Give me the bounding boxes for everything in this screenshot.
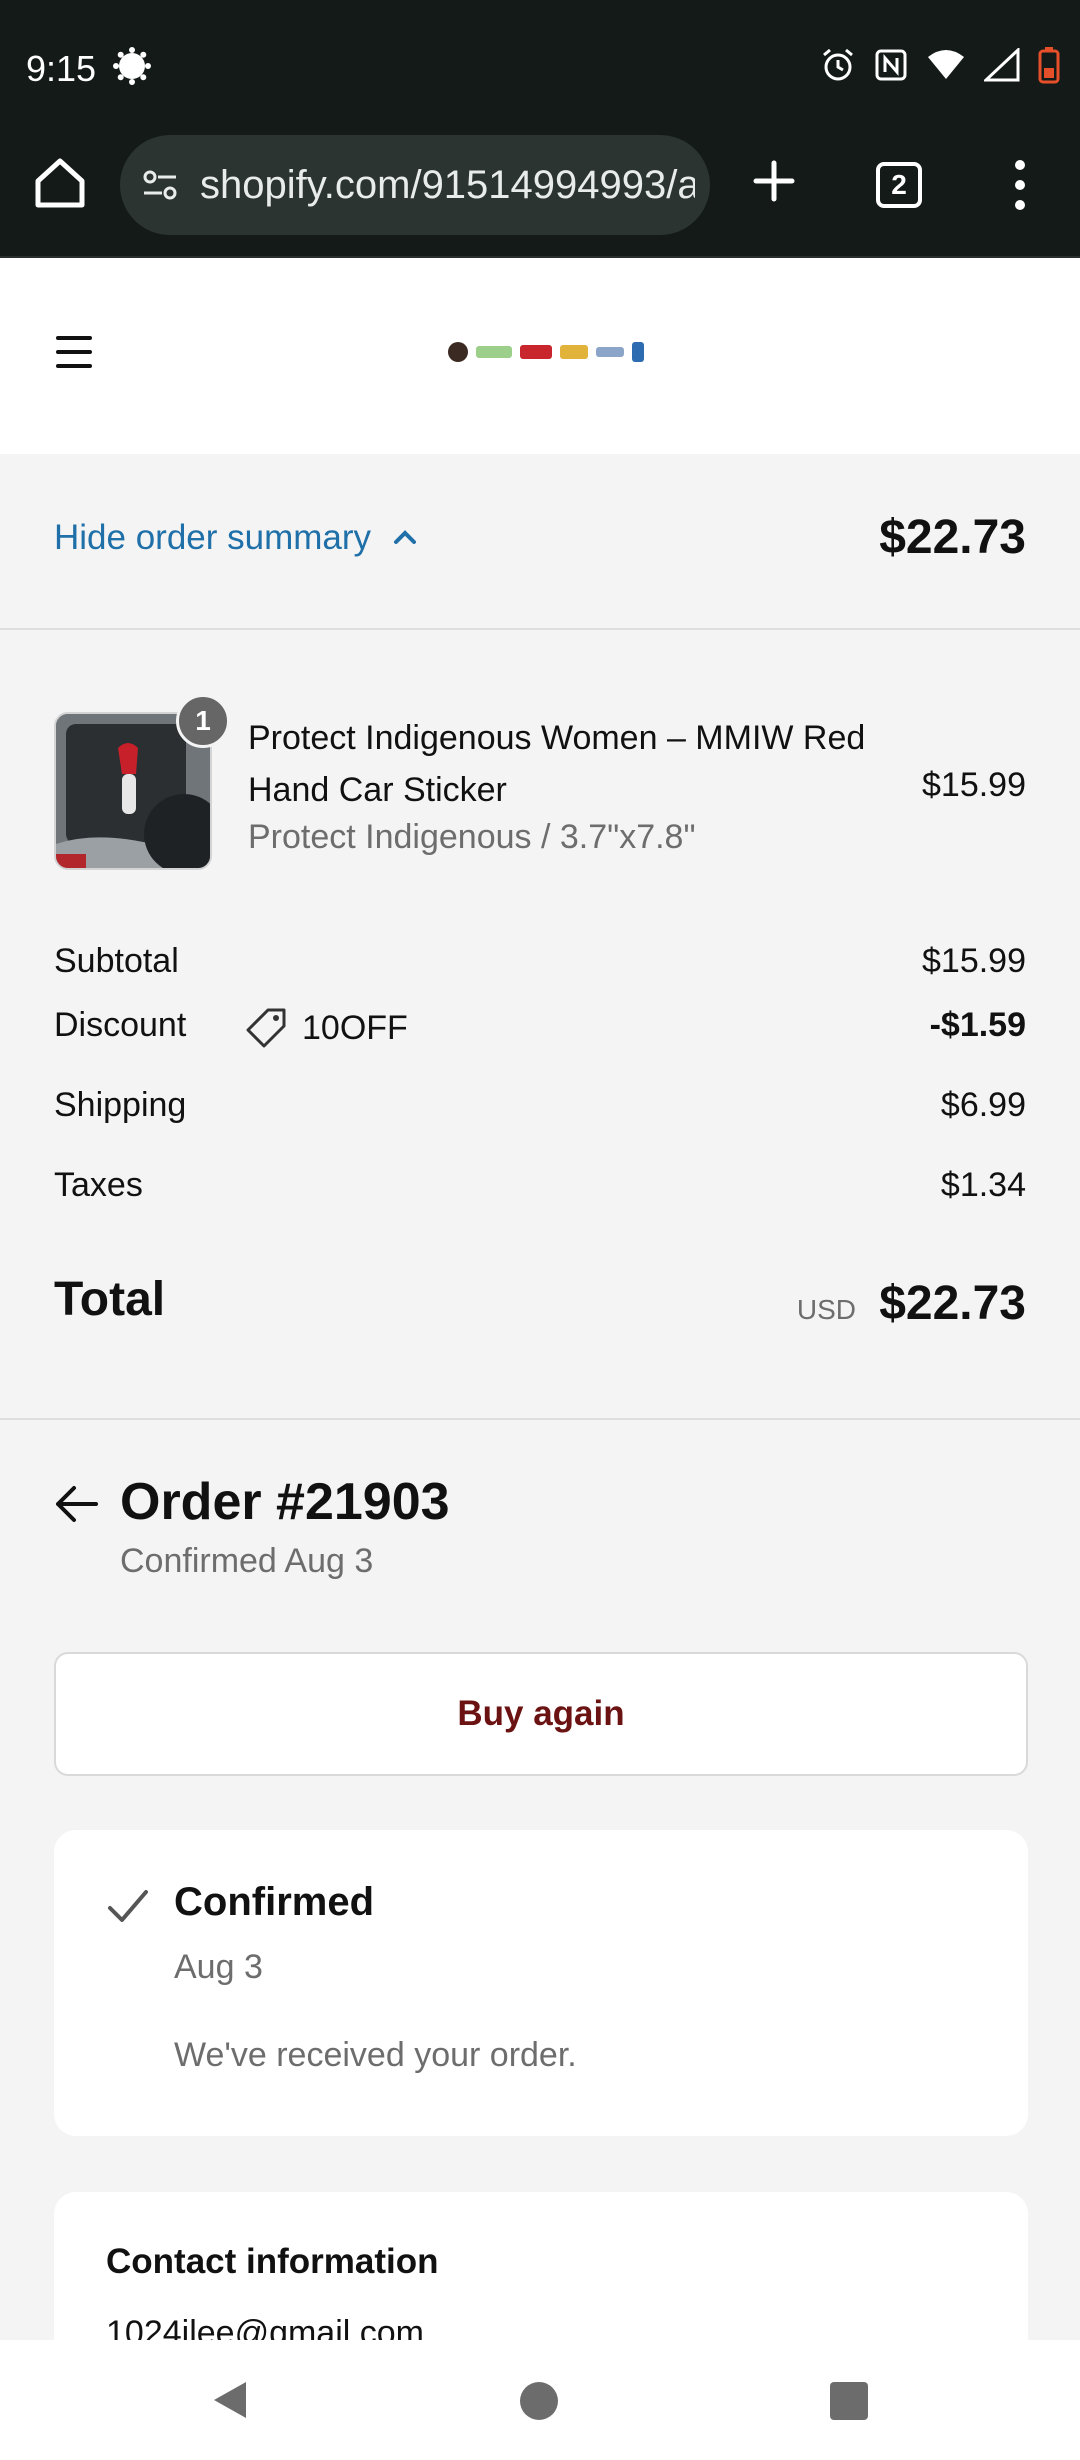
- tab-switcher-button[interactable]: 2: [876, 162, 922, 208]
- order-status-card: Confirmed Aug 3 We've received your orde…: [54, 1830, 1028, 2136]
- status-title: Confirmed: [174, 1880, 374, 1924]
- hide-order-summary-link[interactable]: Hide order summary: [54, 518, 371, 558]
- url-text: shopify.com/91514994993/a: [200, 163, 695, 207]
- status-date: Aug 3: [174, 1948, 263, 1986]
- signal-icon: [984, 48, 1020, 82]
- taxes-value: $1.34: [940, 1166, 1026, 1204]
- chevron-up-icon: [394, 530, 416, 544]
- quantity-badge: 1: [176, 694, 230, 748]
- back-arrow-icon[interactable]: [52, 1482, 100, 1526]
- order-summary: 1 Protect Indigenous Women – MMIW Red Ha…: [0, 632, 1080, 1420]
- total-label: Total: [54, 1273, 166, 1326]
- menu-icon[interactable]: [56, 336, 92, 368]
- battery-icon: [1038, 47, 1060, 84]
- buy-again-button[interactable]: Buy again: [54, 1652, 1028, 1776]
- order-subtitle: Confirmed Aug 3: [120, 1542, 374, 1580]
- product-variant: Protect Indigenous / 3.7"x7.8": [248, 818, 696, 856]
- address-bar[interactable]: shopify.com/91514994993/a: [120, 135, 710, 235]
- taxes-label: Taxes: [54, 1166, 143, 1204]
- order-title: Order #21903: [120, 1473, 450, 1531]
- alarm-icon: [823, 48, 853, 81]
- store-logo[interactable]: [448, 342, 644, 362]
- product-title: Protect Indigenous Women – MMIW Red Hand…: [248, 719, 866, 809]
- discount-label: Discount: [54, 1006, 187, 1044]
- status-bar: 9:15: [0, 0, 1080, 130]
- tag-icon: [246, 1008, 286, 1048]
- product-price: $15.99: [922, 766, 1026, 804]
- summary-total: $22.73: [879, 511, 1026, 564]
- discount-value: -$1.59: [929, 1006, 1026, 1044]
- nfc-icon: [875, 49, 907, 81]
- status-time: 9:15: [26, 48, 97, 89]
- check-icon: [108, 1890, 148, 1922]
- new-tab-icon[interactable]: [748, 155, 800, 207]
- nav-recents-icon[interactable]: [830, 2382, 868, 2420]
- subtotal-value: $15.99: [922, 942, 1026, 980]
- order-summary-toggle[interactable]: Hide order summary $22.73: [0, 454, 1080, 630]
- more-menu-icon[interactable]: [1010, 155, 1030, 215]
- status-message: We've received your order.: [174, 2036, 577, 2074]
- subtotal-label: Subtotal: [54, 942, 179, 980]
- browser-toolbar: shopify.com/91514994993/a 2: [0, 130, 1080, 258]
- total-currency: USD: [796, 1294, 856, 1325]
- site-settings-icon[interactable]: [140, 165, 180, 205]
- contact-title: Contact information: [106, 2242, 439, 2281]
- discount-code: 10OFF: [244, 1006, 408, 1050]
- nav-back-icon[interactable]: [210, 2378, 250, 2422]
- shipping-value: $6.99: [940, 1086, 1026, 1124]
- system-nav-bar: [0, 2340, 1080, 2460]
- shipping-label: Shipping: [54, 1086, 187, 1124]
- nav-home-icon[interactable]: [520, 2382, 558, 2420]
- wifi-icon: [928, 50, 964, 79]
- brightness-icon: [113, 47, 151, 85]
- total-value: $22.73: [879, 1277, 1026, 1330]
- total-row: Total USD $22.73: [54, 1272, 1026, 1342]
- discount-code-text: 10OFF: [302, 1008, 408, 1047]
- home-icon[interactable]: [32, 155, 88, 211]
- store-header: [0, 258, 1080, 454]
